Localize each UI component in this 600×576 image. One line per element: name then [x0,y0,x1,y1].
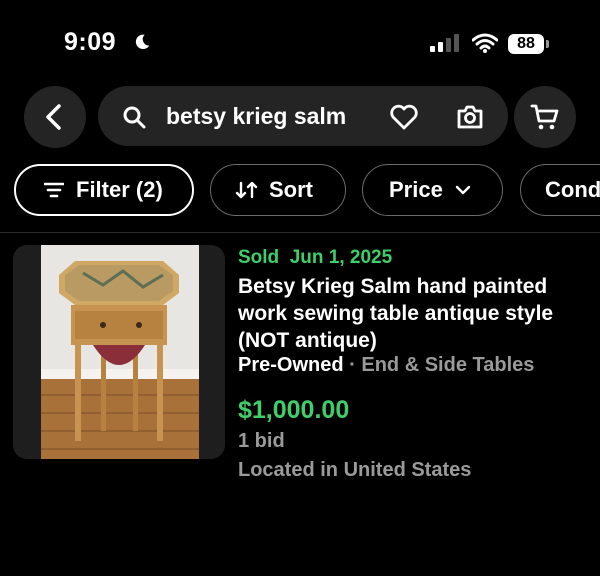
wifi-icon [472,33,498,53]
condition-line: Pre-Owned · End & Side Tables [238,354,534,377]
cart-icon [530,103,560,131]
category: End & Side Tables [361,354,535,376]
sort-chip[interactable]: Sort [210,164,346,216]
sort-icon [235,181,259,199]
listing-image[interactable] [13,245,225,459]
sold-label: Sold [238,247,280,268]
sold-date-value: Jun 1, 2025 [289,247,393,268]
signal-icon [430,34,460,52]
search-bar[interactable]: betsy krieg salm [98,86,508,146]
chevron-down-icon [455,185,471,195]
moon-icon [133,33,151,51]
price-chip[interactable]: Price [362,164,503,216]
divider [0,232,600,233]
filter-chip-label: Filter (2) [76,177,163,202]
back-button[interactable] [24,86,86,148]
bid-count: 1 bid [238,430,285,452]
search-icon [122,105,146,129]
status-time: 9:09 [64,28,117,56]
battery-indicator: 88 [508,34,544,54]
back-arrow-icon [42,103,68,131]
condition-chip[interactable]: Cond [520,164,600,216]
sort-chip-label: Sort [269,177,313,202]
location: Located in United States [238,459,472,481]
condition-chip-label: Cond [545,177,600,202]
price: $1,000.00 [238,396,350,424]
cart-button[interactable] [514,86,576,148]
heart-icon[interactable] [390,104,418,130]
search-query[interactable]: betsy krieg salm [166,103,346,130]
filter-chip[interactable]: Filter (2) [14,164,194,216]
battery-nub [546,40,549,48]
separator: · [349,354,356,376]
camera-icon[interactable] [456,104,484,130]
filter-icon [44,182,64,198]
condition: Pre-Owned [238,354,344,376]
price-chip-label: Price [389,177,443,202]
sold-date: Sold Jun 1, 2025 [238,247,392,269]
listing-title[interactable]: Betsy Krieg Salm hand painted work sewin… [238,273,593,354]
